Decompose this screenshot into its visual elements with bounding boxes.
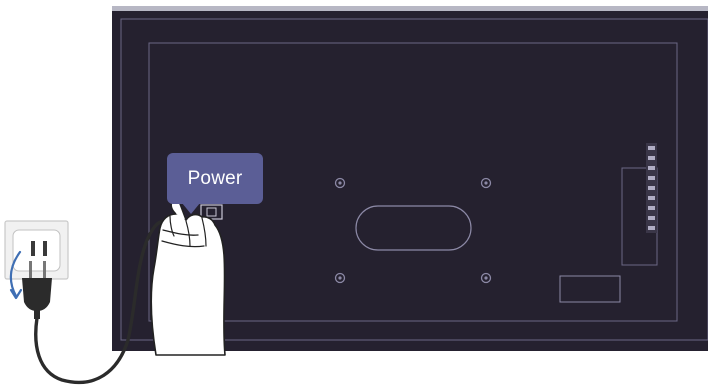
- io-port: [648, 166, 655, 170]
- circle-icon: [334, 272, 346, 284]
- tv-top-edge: [112, 6, 708, 11]
- hand-icon: [150, 199, 226, 356]
- outlet-socket: [12, 229, 61, 272]
- circle-icon: [334, 177, 346, 189]
- outlet-slot: [43, 241, 47, 256]
- circle-icon: [480, 177, 492, 189]
- io-port: [648, 196, 655, 200]
- plug-prong: [29, 261, 32, 278]
- io-port: [648, 176, 655, 180]
- io-port: [648, 156, 655, 160]
- io-port: [648, 146, 655, 150]
- io-port: [648, 186, 655, 190]
- power-callout-pointer: [182, 203, 200, 214]
- io-port: [648, 216, 655, 220]
- io-port: [648, 226, 655, 230]
- power-callout: Power: [167, 153, 263, 204]
- circle-icon: [480, 272, 492, 284]
- diagram-canvas: [4, 6, 708, 385]
- power-callout-label: Power: [187, 167, 243, 189]
- wall-outlet: [4, 220, 69, 280]
- outlet-slot: [31, 241, 35, 256]
- power-connection-diagram: Power: [0, 0, 708, 387]
- io-port: [648, 206, 655, 210]
- plug-body: [22, 278, 52, 311]
- plug-prong: [43, 261, 46, 278]
